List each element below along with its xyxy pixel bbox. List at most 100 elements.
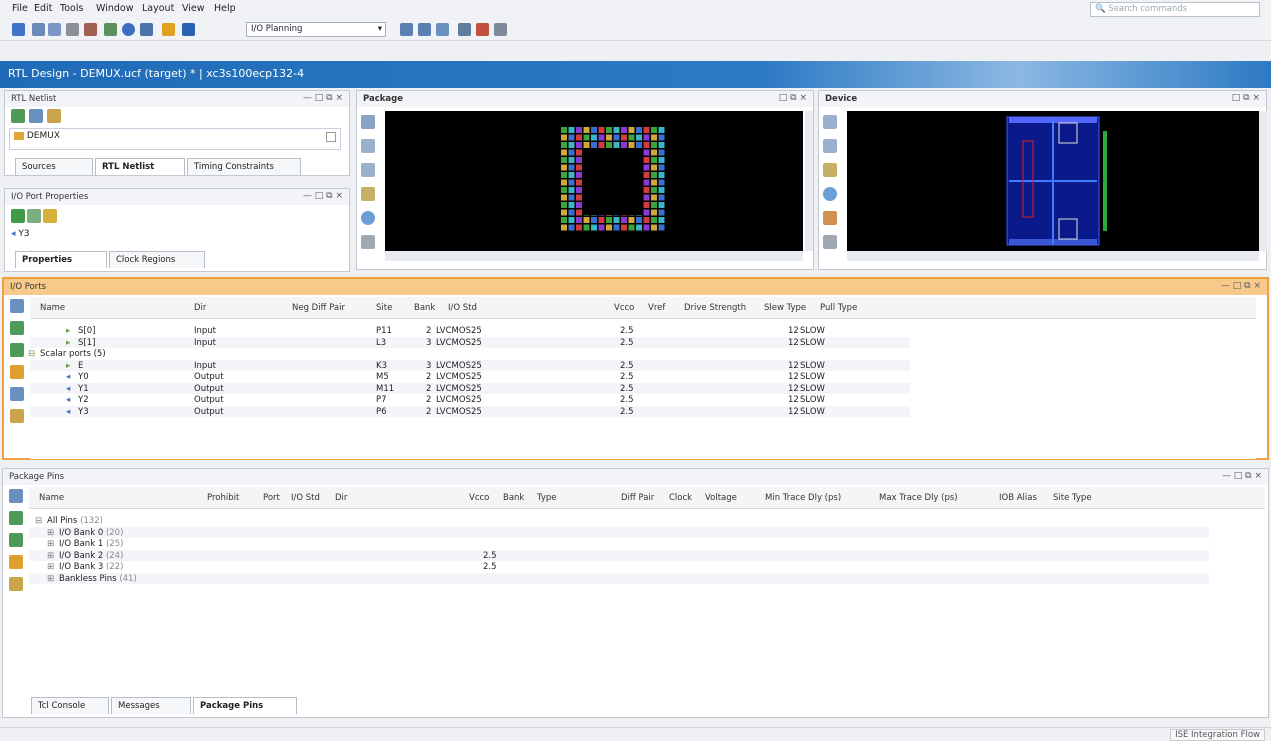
panel-controls[interactable]: — □ ⧉ × — [303, 93, 343, 103]
col-vcco[interactable]: Vcco — [614, 303, 634, 313]
menu-file[interactable]: File — [12, 3, 28, 14]
pin-icon[interactable] — [823, 163, 837, 177]
col-max-trace-dly[interactable]: Max Trace Dly (ps) — [879, 493, 958, 503]
col-port[interactable]: Port — [263, 493, 280, 503]
menu-view[interactable]: View — [182, 3, 205, 14]
table-row[interactable]: ◂ Y0 Output M5 2 LVCMOS25 2.5 12 SLOW — [30, 371, 910, 382]
collapse-all-icon[interactable] — [10, 343, 24, 357]
horizontal-scrollbar[interactable] — [385, 251, 803, 261]
tab-sources[interactable]: Sources — [15, 158, 93, 175]
report-icon[interactable] — [162, 23, 175, 36]
copy-icon[interactable] — [32, 23, 45, 36]
rotate-icon[interactable] — [823, 187, 837, 201]
horizontal-scrollbar[interactable] — [847, 251, 1259, 261]
back-arrow-icon[interactable] — [11, 209, 25, 223]
vertical-scrollbar[interactable] — [805, 111, 813, 251]
table-row[interactable]: ◂ Y2 Output P7 2 LVCMOS25 2.5 12 SLOW — [30, 394, 910, 405]
zoom-in-icon[interactable] — [400, 23, 413, 36]
expand-toggle-icon[interactable]: ⊞ — [47, 551, 54, 561]
collapse-all-icon[interactable] — [9, 533, 23, 547]
expand-toggle-icon[interactable]: ⊟ — [35, 516, 42, 526]
col-bank[interactable]: Bank — [503, 493, 524, 503]
table-row[interactable]: ◂ Y3 Output P6 2 LVCMOS25 2.5 12 SLOW — [30, 405, 910, 417]
col-site-type[interactable]: Site Type — [1053, 493, 1092, 503]
table-row[interactable]: ⊞ Bankless Pins (41) — [29, 572, 1209, 584]
package-canvas[interactable] — [385, 111, 803, 251]
expand-all-icon[interactable] — [9, 511, 23, 525]
search-commands-input[interactable]: 🔍 Search commands — [1090, 2, 1260, 17]
table-row[interactable]: ⊞ I/O Bank 0 (20) — [29, 526, 1209, 538]
properties-icon[interactable] — [9, 577, 23, 591]
refresh-icon[interactable] — [122, 23, 135, 36]
zoom-fit-icon[interactable] — [436, 23, 449, 36]
expand-all-icon[interactable] — [10, 321, 24, 335]
col-iob-alias[interactable]: IOB Alias — [999, 493, 1037, 503]
netlist-tree[interactable]: DEMUX — [9, 128, 341, 150]
panel-controls[interactable]: — □ ⧉ × — [1221, 281, 1261, 291]
route-icon[interactable] — [494, 23, 507, 36]
zoom-icon[interactable] — [361, 115, 375, 129]
properties-icon[interactable] — [10, 409, 24, 423]
tab-tcl-console[interactable]: Tcl Console — [31, 697, 109, 714]
col-io-std[interactable]: I/O Std — [448, 303, 477, 313]
col-io-std[interactable]: I/O Std — [291, 493, 320, 503]
window-icon[interactable] — [182, 23, 195, 36]
col-slew-type[interactable]: Slew Type — [764, 303, 806, 313]
sort-icon[interactable] — [10, 387, 24, 401]
col-drive-strength[interactable]: Drive Strength — [684, 303, 746, 313]
col-voltage[interactable]: Voltage — [705, 493, 737, 503]
tree-item-demux[interactable]: DEMUX — [14, 131, 60, 141]
menu-tools[interactable]: Tools — [60, 3, 83, 14]
properties-icon[interactable] — [43, 209, 57, 223]
table-row[interactable]: ⊟ Scalar ports (5) — [28, 348, 910, 359]
flip-icon[interactable] — [361, 235, 375, 249]
device-canvas[interactable] — [847, 111, 1259, 251]
pan-left-icon[interactable] — [823, 115, 837, 129]
expand-toggle-icon[interactable]: ⊞ — [47, 562, 54, 572]
mark-icon[interactable] — [476, 23, 489, 36]
delete-icon[interactable] — [66, 23, 79, 36]
col-pull-type[interactable]: Pull Type — [820, 303, 857, 313]
paste-icon[interactable] — [48, 23, 61, 36]
tab-package[interactable]: Package — [363, 94, 403, 104]
undo-icon[interactable] — [84, 23, 97, 36]
expand-icon[interactable] — [11, 109, 25, 123]
io-ports-table[interactable]: Name Dir Neg Diff Pair Site Bank I/O Std… — [28, 297, 1256, 459]
col-dir[interactable]: Dir — [335, 493, 347, 503]
col-name[interactable]: Name — [39, 493, 64, 503]
pan-right-icon[interactable] — [361, 163, 375, 177]
group-icon[interactable] — [9, 555, 23, 569]
settings-icon[interactable] — [140, 23, 153, 36]
menu-layout[interactable]: Layout — [142, 3, 174, 14]
col-dir[interactable]: Dir — [194, 303, 206, 313]
package-pins-table[interactable]: Name Prohibit Port I/O Std Dir Vcco Bank… — [29, 487, 1265, 695]
panel-controls[interactable]: — □ ⧉ × — [303, 191, 343, 201]
col-type[interactable]: Type — [537, 493, 557, 503]
layout-select[interactable]: I/O Planning ▾ — [246, 22, 386, 37]
expand-toggle-icon[interactable]: ⊞ — [47, 539, 54, 549]
tab-properties[interactable]: Properties — [15, 251, 107, 268]
menu-window[interactable]: Window — [96, 3, 133, 14]
menu-edit[interactable]: Edit — [34, 3, 52, 14]
table-row[interactable]: ▸ S[1] Input L3 3 LVCMOS25 2.5 12 SLOW — [30, 336, 910, 348]
table-row[interactable]: ⊞ I/O Bank 2 (24) 2.5 — [29, 549, 1209, 561]
group-icon[interactable] — [10, 365, 24, 379]
pan-right-icon[interactable] — [823, 139, 837, 153]
table-row[interactable]: ⊞ I/O Bank 1 (25) — [29, 538, 1209, 549]
tab-rtl-netlist[interactable]: RTL Netlist — [95, 158, 185, 175]
pan-left-icon[interactable] — [361, 139, 375, 153]
panel-controls[interactable]: □ ⧉ × — [1232, 93, 1260, 103]
table-row[interactable]: ⊞ I/O Bank 3 (22) 2.5 — [29, 561, 1209, 572]
table-row[interactable]: ▸ S[0] Input P11 2 LVCMOS25 2.5 12 SLOW — [30, 325, 910, 336]
tab-timing-constraints[interactable]: Timing Constraints — [187, 158, 301, 175]
tab-package-pins[interactable]: Package Pins — [193, 697, 297, 714]
table-row[interactable]: ◂ Y1 Output M11 2 LVCMOS25 2.5 12 SLOW — [30, 382, 910, 394]
panel-controls[interactable]: □ ⧉ × — [779, 93, 807, 103]
col-clock[interactable]: Clock — [669, 493, 692, 503]
zoom-out-icon[interactable] — [418, 23, 431, 36]
tool-icon[interactable] — [823, 235, 837, 249]
search-icon[interactable] — [9, 489, 23, 503]
vertical-scrollbar[interactable] — [1259, 111, 1267, 251]
tab-clock-regions[interactable]: Clock Regions — [109, 251, 205, 268]
col-min-trace-dly[interactable]: Min Trace Dly (ps) — [765, 493, 841, 503]
